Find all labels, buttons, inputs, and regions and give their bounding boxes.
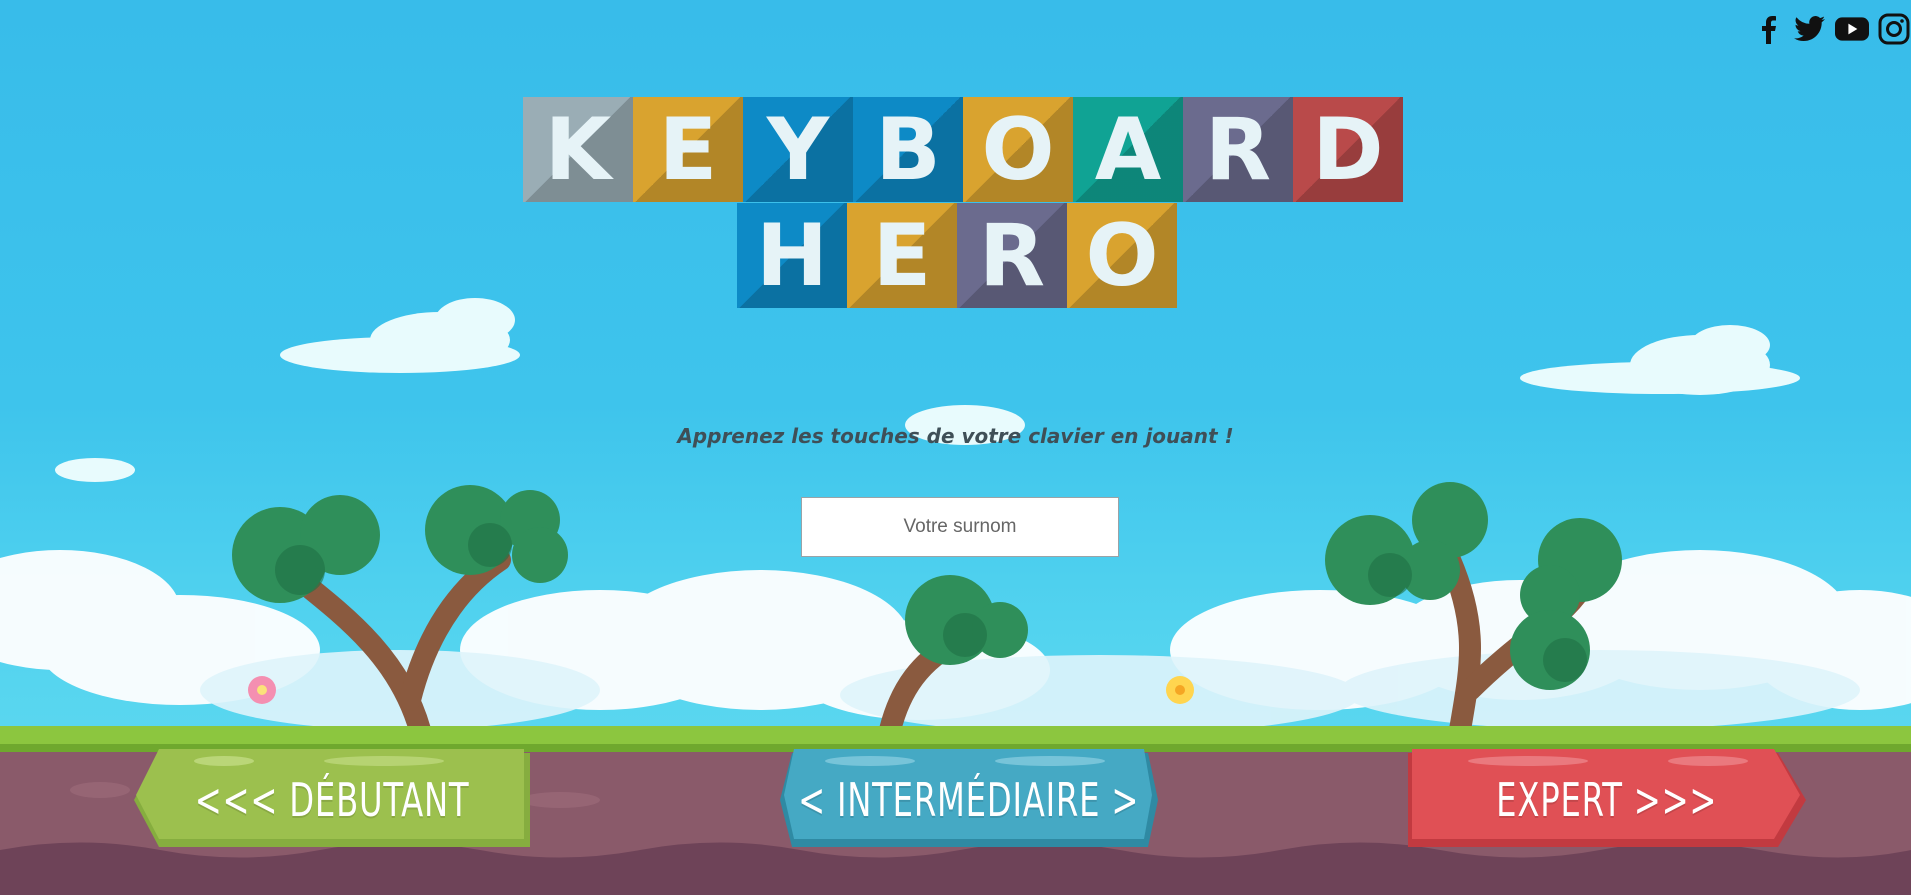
level-intermediate-label: < INTERMÉDIAIRE > (798, 773, 1140, 827)
level-expert-label: EXPERT >>> (1496, 773, 1718, 827)
youtube-icon[interactable] (1835, 12, 1869, 46)
logo-tile: H (737, 203, 847, 308)
level-beginner-label: <<< DÉBUTANT (194, 773, 470, 827)
logo-letter: E (872, 205, 932, 306)
logo-letter: O (1085, 205, 1159, 306)
logo-hero: HERO (737, 203, 1177, 308)
logo-letter: A (1094, 99, 1162, 200)
logo-tile: R (957, 203, 1067, 308)
logo-tile: K (523, 97, 633, 202)
logo-letter: E (658, 99, 718, 200)
logo-tile: D (1293, 97, 1403, 202)
logo-letter: D (1312, 99, 1384, 200)
level-beginner-button[interactable]: <<< DÉBUTANT (134, 747, 530, 853)
level-intermediate-button[interactable]: < INTERMÉDIAIRE > (780, 747, 1158, 853)
logo-letter: B (875, 99, 941, 200)
logo-letter: R (978, 205, 1046, 306)
logo-tile: A (1073, 97, 1183, 202)
logo-tile: Y (743, 97, 853, 202)
tagline: Apprenez les touches de votre clavier en… (677, 424, 1234, 448)
twitter-icon[interactable] (1793, 12, 1827, 46)
social-links (1751, 12, 1911, 46)
logo-letter: O (981, 99, 1055, 200)
logo-tile: B (853, 97, 963, 202)
logo-letter: Y (766, 99, 830, 200)
nickname-input[interactable] (801, 497, 1119, 557)
logo-letter: K (544, 99, 612, 200)
logo-tile: E (633, 97, 743, 202)
logo-tile: O (1067, 203, 1177, 308)
logo-tile: R (1183, 97, 1293, 202)
logo-letter: H (756, 205, 828, 306)
logo-tile: E (847, 203, 957, 308)
logo-tile: O (963, 97, 1073, 202)
level-expert-button[interactable]: EXPERT >>> (1408, 747, 1806, 853)
logo-letter: R (1204, 99, 1272, 200)
facebook-icon[interactable] (1751, 12, 1785, 46)
logo-keyboard: KEYBOARD (523, 97, 1403, 202)
instagram-icon[interactable] (1877, 12, 1911, 46)
